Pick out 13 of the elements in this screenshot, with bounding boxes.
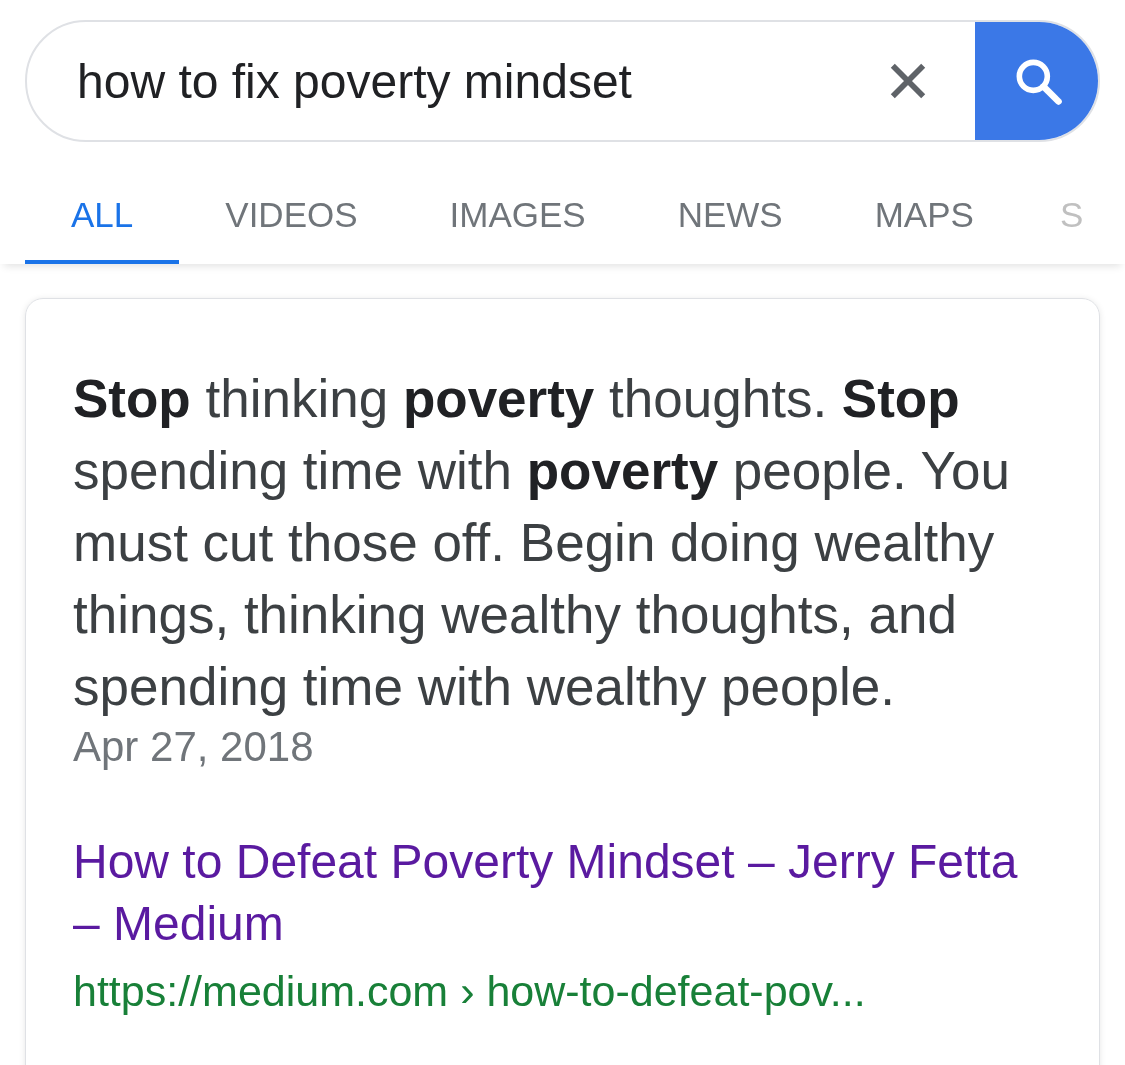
tab[interactable]: MAPS <box>828 170 1020 264</box>
tab[interactable]: VIDEOS <box>179 170 404 264</box>
search-input[interactable]: how to fix poverty mindset <box>27 52 889 110</box>
snippet-text: Stop thinking poverty thoughts. Stop spending time with poverty people. You must cut those off. Begin doing wealthy things, thinking wealthy thoughts, and spending time with wealthy people. <box>73 368 1011 718</box>
search-button[interactable] <box>975 22 1098 140</box>
search-field[interactable]: how to fix poverty mindset <box>25 20 1100 142</box>
tab[interactable]: NEWS <box>631 170 829 264</box>
result-link[interactable]: How to Defeat Poverty Mindset – Jerry Fetta – Medium <box>73 831 1052 955</box>
tab[interactable]: IMAGES <box>403 170 632 264</box>
tab[interactable]: ALL <box>25 170 180 264</box>
result-url: https://medium.com › how-to-defeat-pov... <box>73 967 867 1016</box>
date-text: Apr 27, 2018 <box>73 723 315 771</box>
close-icon[interactable] <box>889 62 927 100</box>
